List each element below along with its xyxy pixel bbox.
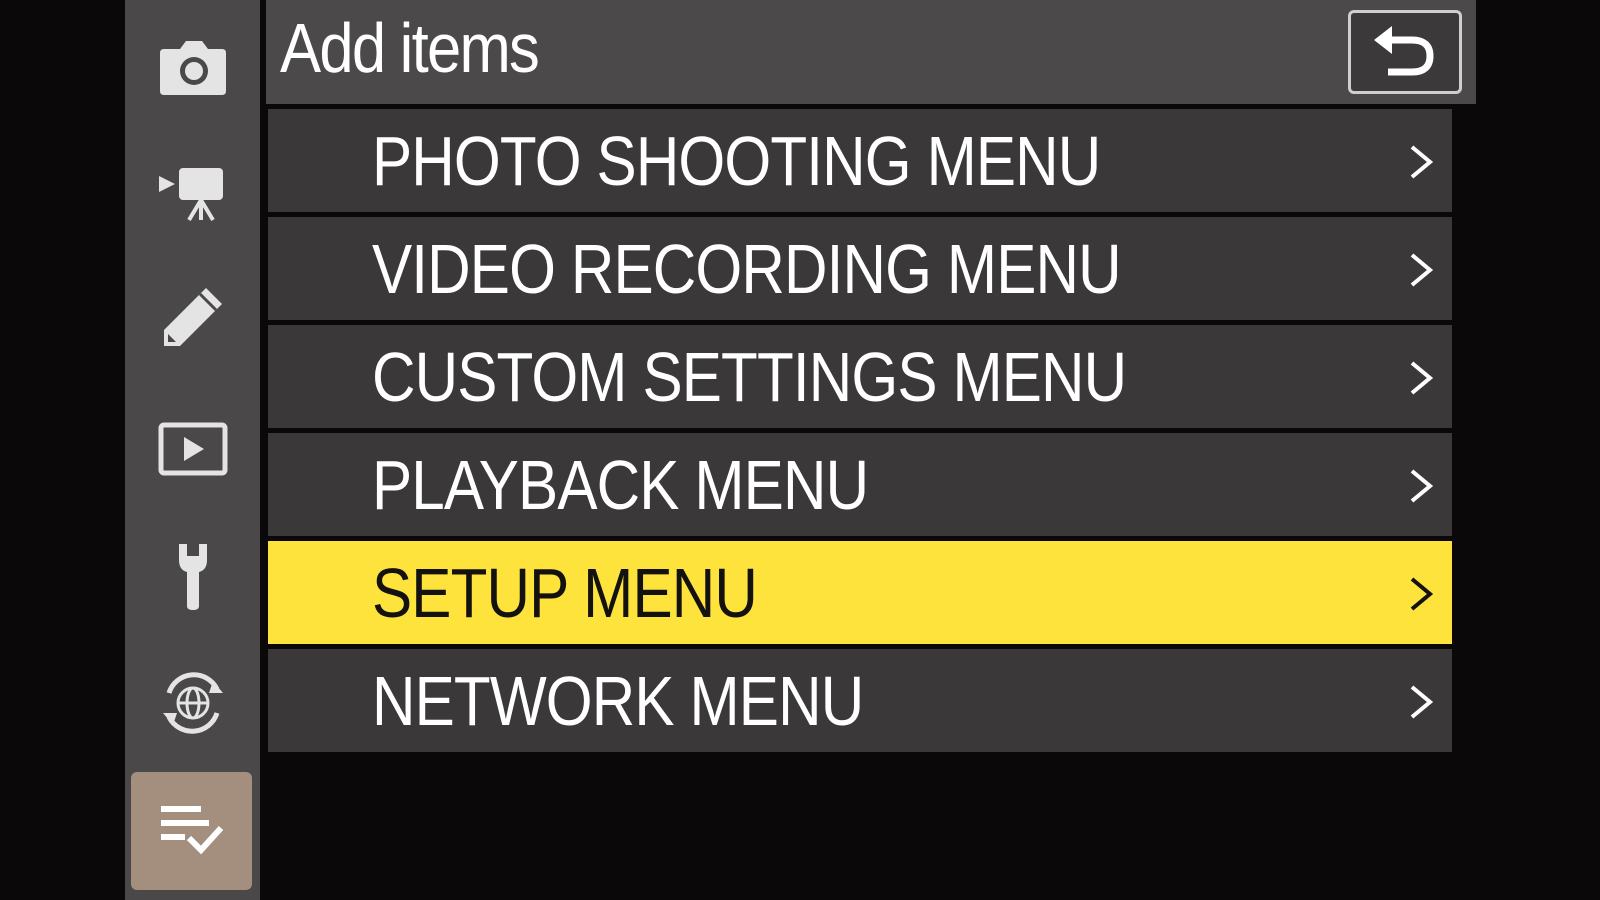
chevron-right-icon	[1410, 361, 1434, 395]
tab-playback[interactable]	[125, 390, 260, 508]
menu-header: Add items	[266, 0, 1476, 104]
wrench-icon	[178, 544, 207, 610]
back-arrow-icon	[1374, 26, 1434, 76]
menu-item-label: PLAYBACK MENU	[372, 446, 869, 524]
tab-setup[interactable]	[125, 518, 260, 636]
tab-video-recording[interactable]	[125, 134, 260, 252]
chevron-right-icon	[1410, 253, 1434, 287]
chevron-right-icon	[1410, 145, 1434, 179]
menu-item-label: VIDEO RECORDING MENU	[372, 230, 1122, 308]
menu-item-custom-settings[interactable]: CUSTOM SETTINGS MENU	[268, 325, 1452, 428]
tab-my-menu[interactable]	[131, 772, 252, 890]
menu-item-label: PHOTO SHOOTING MENU	[372, 122, 1101, 200]
back-button[interactable]	[1348, 10, 1462, 94]
add-items-menu-list: PHOTO SHOOTING MENU VIDEO RECORDING MENU…	[268, 109, 1452, 757]
pencil-icon	[163, 288, 222, 346]
menu-item-label: SETUP MENU	[372, 554, 758, 632]
menu-item-label: NETWORK MENU	[372, 662, 864, 740]
tab-custom-settings[interactable]	[125, 258, 260, 376]
menu-tab-strip	[125, 0, 260, 900]
menu-item-playback[interactable]: PLAYBACK MENU	[268, 433, 1452, 536]
menu-item-label: CUSTOM SETTINGS MENU	[372, 338, 1127, 416]
chevron-right-icon	[1410, 685, 1434, 719]
tab-photo-shooting[interactable]	[125, 10, 260, 128]
video-camera-icon	[158, 168, 223, 222]
chevron-right-icon	[1410, 577, 1434, 611]
menu-item-video-recording[interactable]: VIDEO RECORDING MENU	[268, 217, 1452, 320]
page-title: Add items	[280, 9, 540, 87]
menu-item-setup[interactable]: SETUP MENU	[268, 541, 1452, 644]
tab-network[interactable]	[125, 644, 260, 762]
chevron-right-icon	[1410, 469, 1434, 503]
menu-item-network[interactable]: NETWORK MENU	[268, 649, 1452, 752]
camera-icon	[159, 41, 226, 95]
menu-item-photo-shooting[interactable]: PHOTO SHOOTING MENU	[268, 109, 1452, 212]
network-globe-icon	[162, 672, 223, 734]
my-menu-checklist-icon	[160, 806, 223, 855]
camera-menu-screen: Add items PHOTO SHOOTING MENU VIDEO RECO…	[0, 0, 1600, 900]
playback-icon	[158, 422, 227, 476]
